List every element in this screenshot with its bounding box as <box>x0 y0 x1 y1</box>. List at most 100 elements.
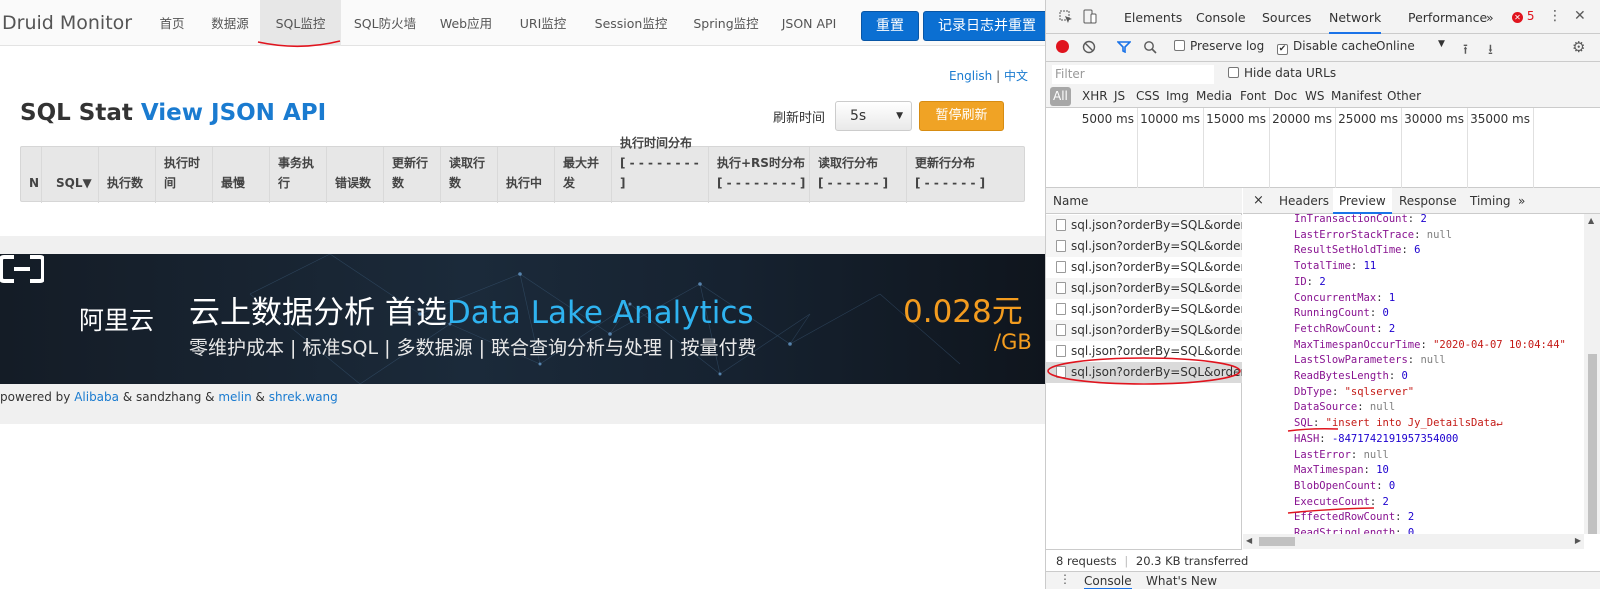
json-property[interactable]: BlobOpenCount: 0 <box>1294 478 1395 494</box>
col-max-concurrent[interactable]: 最大并发 <box>555 147 612 203</box>
json-property[interactable]: TotalTime: 11 <box>1294 258 1376 274</box>
col-exec-rs-histogram[interactable]: 执行+RS时分布[ - - - - - - - - ] <box>709 147 810 203</box>
request-row[interactable]: sql.json?orderBy=SQL&orderT... <box>1046 278 1242 299</box>
json-property[interactable]: ReadStringLength: 0 <box>1294 525 1414 534</box>
json-property[interactable]: ID: 2 <box>1294 274 1326 290</box>
type-media[interactable]: Media <box>1196 89 1232 103</box>
melin-link[interactable]: melin <box>218 390 251 404</box>
close-icon[interactable]: ✕ <box>1574 8 1586 24</box>
type-manifest[interactable]: Manifest <box>1331 89 1382 103</box>
error-count-badge[interactable]: ✕ 5 <box>1512 9 1534 23</box>
json-property[interactable]: SQL: "insert into Jy_DetailsData↵ <box>1294 415 1503 431</box>
col-execute-time[interactable]: 执行时间 <box>156 147 213 203</box>
json-property[interactable]: LastErrorStackTrace: null <box>1294 227 1452 243</box>
request-row[interactable]: sql.json?orderBy=SQL&orderT... <box>1046 257 1242 278</box>
record-icon[interactable] <box>1056 40 1069 53</box>
col-execute-count[interactable]: 执行数 <box>99 147 156 203</box>
tab-timing[interactable]: Timing <box>1470 188 1511 214</box>
col-update-row-histogram[interactable]: 更新行分布[ - - - - - - ] <box>907 147 1024 203</box>
view-json-api-link[interactable]: View JSON API <box>141 100 326 126</box>
device-toolbar-icon[interactable] <box>1083 9 1097 25</box>
request-row[interactable]: sql.json?orderBy=SQL&orderT... <box>1046 299 1242 320</box>
json-property[interactable]: ExecuteCount: 2 <box>1294 494 1389 510</box>
disable-cache-checkbox[interactable]: ✔ Disable cache <box>1277 39 1377 55</box>
tab-console[interactable]: Console <box>1196 0 1246 34</box>
scroll-up-icon[interactable]: ▲ <box>1588 216 1594 225</box>
request-row[interactable]: sql.json?orderBy=SQL&orderT... <box>1046 236 1242 257</box>
ad-banner[interactable]: 阿里云 云上数据分析 首选Data Lake Analytics 零维护成本 |… <box>0 254 1045 384</box>
json-property[interactable]: MaxTimespanOccurTime: "2020-04-07 10:04:… <box>1294 337 1566 353</box>
clear-icon[interactable] <box>1082 40 1096 54</box>
log-and-reset-button[interactable]: 记录日志并重置 <box>923 11 1045 41</box>
drawer-tab-console[interactable]: Console <box>1084 572 1132 589</box>
json-property[interactable]: FetchRowCount: 2 <box>1294 321 1395 337</box>
scroll-thumb[interactable] <box>1588 354 1597 534</box>
col-transaction[interactable]: 事务执行 <box>270 147 327 203</box>
json-property[interactable]: ConcurrentMax: 1 <box>1294 290 1395 306</box>
col-slowest[interactable]: 最慢 <box>213 147 270 203</box>
json-property[interactable]: LastSlowParameters: null <box>1294 352 1446 368</box>
filter-icon[interactable] <box>1117 41 1131 53</box>
tab-sources[interactable]: Sources <box>1262 0 1311 34</box>
import-har-icon[interactable]: ⭱ <box>1463 39 1468 63</box>
close-detail-icon[interactable]: × <box>1253 188 1264 214</box>
drawer-menu-icon[interactable]: ⋮ <box>1059 572 1071 586</box>
lang-chinese-link[interactable]: 中文 <box>1004 69 1028 83</box>
export-har-icon[interactable]: ⭳ <box>1488 39 1493 63</box>
tab-performance[interactable]: Performance <box>1408 0 1487 34</box>
type-js[interactable]: JS <box>1114 89 1125 103</box>
nav-sql-monitor[interactable]: SQL监控 <box>260 0 341 46</box>
filter-input[interactable]: Filter <box>1052 65 1214 84</box>
col-running[interactable]: 执行中 <box>498 147 555 203</box>
tab-network[interactable]: Network <box>1329 0 1382 34</box>
tab-preview[interactable]: Preview <box>1333 188 1392 214</box>
type-ws[interactable]: WS <box>1305 89 1324 103</box>
network-overview-timeline[interactable]: 5000 ms 10000 ms 15000 ms 20000 ms 25000… <box>1046 108 1600 188</box>
throttling-select[interactable]: Online ▼ <box>1376 39 1446 53</box>
request-row[interactable]: sql.json?orderBy=SQL&orderT... <box>1046 320 1242 341</box>
tab-elements[interactable]: Elements <box>1124 0 1182 34</box>
scroll-thumb[interactable] <box>1259 537 1295 546</box>
request-row[interactable]: sql.json?orderBy=SQL&orderT... <box>1046 215 1242 236</box>
kebab-menu-icon[interactable]: ⋮ <box>1548 8 1562 24</box>
hide-data-urls-checkbox[interactable]: Hide data URLs <box>1228 66 1336 80</box>
inspect-element-icon[interactable] <box>1059 10 1073 24</box>
json-property[interactable]: DbType: "sqlserver" <box>1294 384 1414 400</box>
json-property[interactable]: MaxTimespan: 10 <box>1294 462 1389 478</box>
tab-more-detail[interactable]: » <box>1518 188 1525 214</box>
col-error-count[interactable]: 错误数 <box>327 147 384 203</box>
nav-web-app[interactable]: Web应用 <box>437 0 495 46</box>
col-fetch-row-histogram[interactable]: 读取行分布[ - - - - - - ] <box>810 147 907 203</box>
nav-home[interactable]: 首页 <box>152 0 192 46</box>
request-row-selected[interactable]: sql.json?orderBy=SQL&orderT... <box>1046 362 1242 383</box>
json-property[interactable]: HASH: -8471742191957354000 <box>1294 431 1458 447</box>
type-img[interactable]: Img <box>1166 89 1189 103</box>
brand-logo[interactable]: Druid Monitor <box>2 12 132 34</box>
request-row[interactable]: sql.json?orderBy=SQL&orderT... <box>1046 341 1242 362</box>
json-property[interactable]: RunningCount: 0 <box>1294 305 1389 321</box>
pause-refresh-button[interactable]: 暂停刷新 <box>919 101 1004 131</box>
tab-more[interactable]: » <box>1486 0 1494 34</box>
col-n[interactable]: N <box>21 147 42 203</box>
nav-spring-monitor[interactable]: Spring监控 <box>690 0 762 46</box>
json-preview[interactable]: InTransactionCount: 2 LastErrorStackTrace… <box>1243 214 1583 534</box>
type-all[interactable]: All <box>1050 87 1071 106</box>
json-property[interactable]: EffectedRowCount: 2 <box>1294 509 1414 525</box>
type-css[interactable]: CSS <box>1136 89 1160 103</box>
col-sql[interactable]: SQL▼ <box>42 147 99 203</box>
alibaba-link[interactable]: Alibaba <box>74 390 119 404</box>
horizontal-scrollbar[interactable]: ◀ ▶ <box>1243 534 1584 549</box>
lang-english-link[interactable]: English <box>949 69 992 83</box>
json-property[interactable]: ResultSetHoldTime: 6 <box>1294 242 1420 258</box>
drawer-tab-whats-new[interactable]: What's New <box>1146 572 1217 589</box>
json-property[interactable]: InTransactionCount: 2 <box>1294 214 1427 227</box>
nav-sql-firewall[interactable]: SQL防火墙 <box>350 0 420 46</box>
search-icon[interactable] <box>1143 40 1157 54</box>
json-property[interactable]: ReadBytesLength: 0 <box>1294 368 1408 384</box>
refresh-interval-select[interactable]: 5s ▼ <box>835 101 912 131</box>
shrek-wang-link[interactable]: shrek.wang <box>269 390 338 404</box>
type-xhr[interactable]: XHR <box>1082 89 1108 103</box>
nav-datasource[interactable]: 数据源 <box>205 0 255 46</box>
name-column-header[interactable]: Name <box>1046 188 1242 214</box>
scroll-left-icon[interactable]: ◀ <box>1246 536 1252 545</box>
